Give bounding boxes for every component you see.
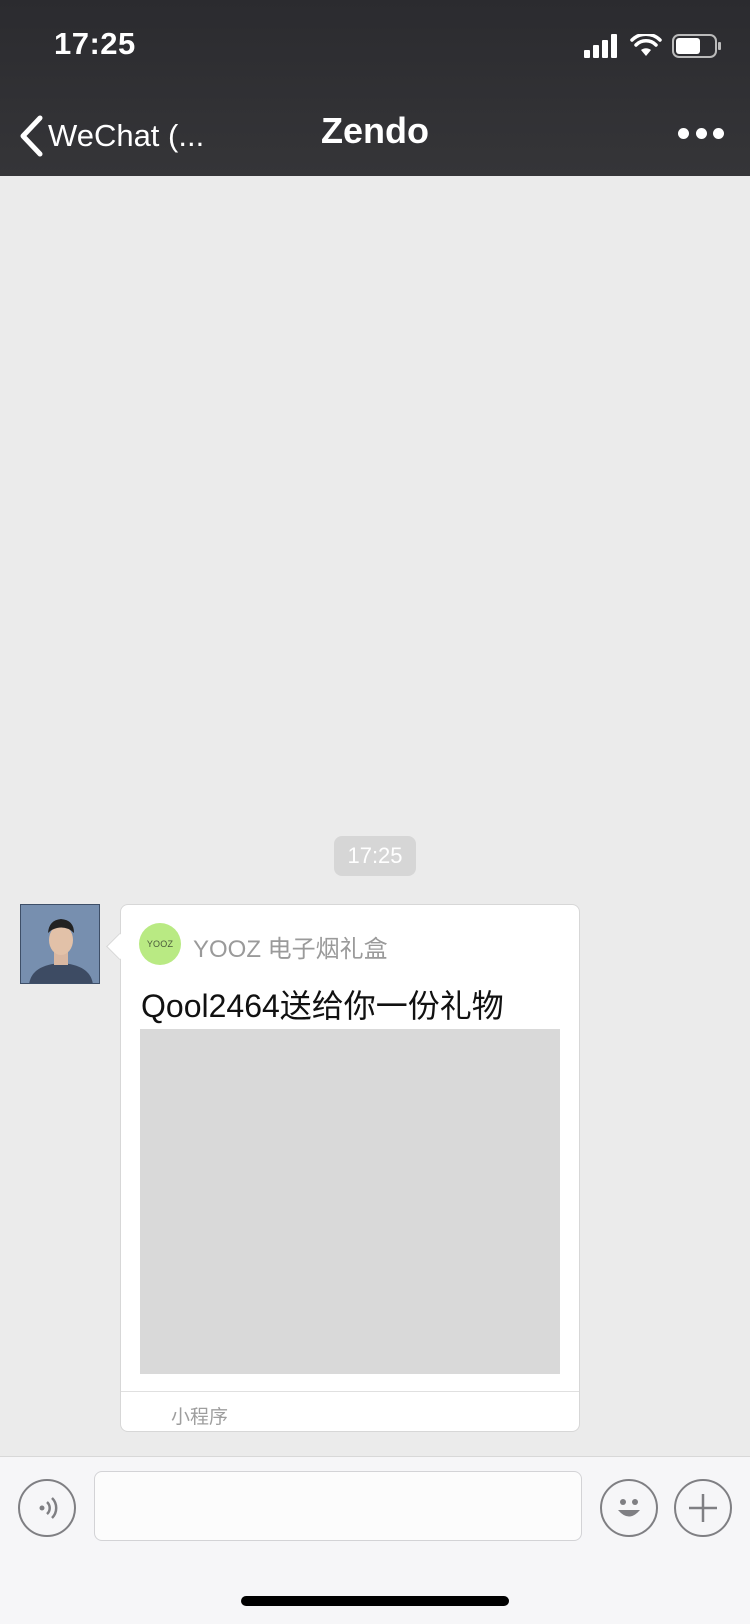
home-indicator[interactable] bbox=[241, 1596, 509, 1606]
app-name: YOOZ 电子烟礼盒 bbox=[193, 936, 388, 963]
message-timestamp: 17:25 bbox=[334, 836, 416, 876]
battery-icon bbox=[672, 34, 721, 58]
message-input[interactable] bbox=[94, 1471, 582, 1541]
status-icons bbox=[584, 30, 722, 62]
emoji-button[interactable] bbox=[600, 1479, 658, 1537]
navigation-bar: WeChat (... Zendo bbox=[0, 100, 750, 176]
voice-button[interactable] bbox=[18, 1479, 76, 1537]
mini-program-card[interactable]: YOOZ YOOZ 电子烟礼盒 Qool2464送给你一份礼物 小程序 bbox=[106, 904, 580, 1432]
card-title: Qool2464送给你一份礼物 bbox=[141, 988, 504, 1024]
plus-button[interactable] bbox=[674, 1479, 732, 1537]
status-time: 17:25 bbox=[54, 26, 136, 61]
emoji-icon bbox=[618, 1499, 640, 1517]
card-divider bbox=[121, 1391, 579, 1392]
top-bar: 17:25 WeChat (... Zendo bbox=[0, 0, 750, 176]
plus-icon bbox=[689, 1494, 717, 1522]
app-logo-icon: YOOZ bbox=[139, 923, 181, 965]
chat-title: Zendo bbox=[321, 110, 429, 151]
mini-program-label: 小程序 bbox=[171, 1407, 229, 1428]
voice-icon bbox=[39, 1497, 58, 1519]
more-icon[interactable] bbox=[678, 118, 724, 148]
avatar[interactable] bbox=[20, 904, 100, 984]
wifi-icon bbox=[630, 34, 662, 56]
signal-icon bbox=[584, 34, 617, 58]
card-image bbox=[140, 1029, 560, 1374]
